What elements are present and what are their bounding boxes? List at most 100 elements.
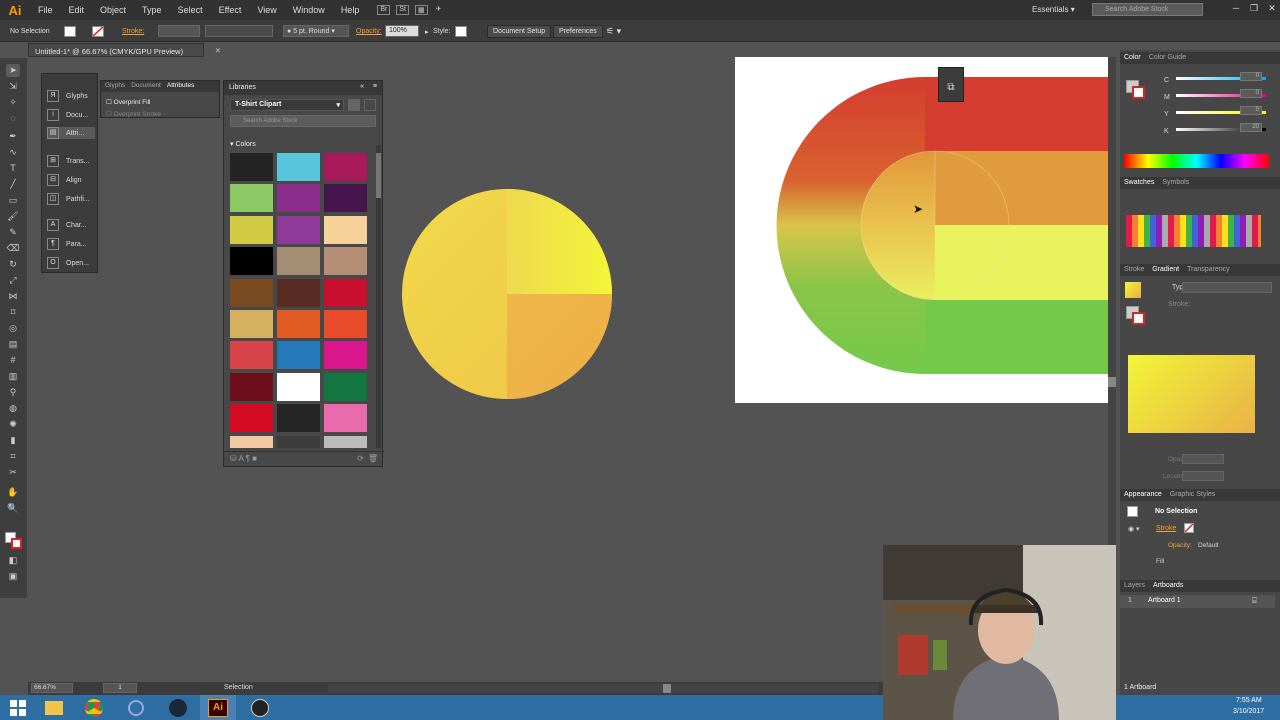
collapse-icon[interactable]: « [360,83,364,90]
tab-artboards[interactable]: Artboards [1153,582,1183,590]
scale-tool-icon[interactable]: ⤢ [6,274,20,287]
paintbrush-tool-icon[interactable]: 🖌 [6,210,20,223]
lasso-tool-icon[interactable]: ◌ [6,112,20,125]
blend-tool-icon[interactable]: ◍ [6,402,20,415]
library-color-swatch[interactable] [230,278,273,307]
windows-start-icon[interactable] [0,695,36,720]
add-color-icon[interactable]: ■ [252,454,257,463]
preferences-button[interactable]: Preferences [553,25,603,38]
tab-graphic-styles[interactable]: Graphic Styles [1170,491,1216,499]
zoom-field[interactable]: 66.67% [31,683,73,693]
panel-transform[interactable]: ⊞ Trans... [47,155,89,167]
variable-width-profile[interactable] [205,25,273,37]
panel-attributes[interactable]: ▤ Attri... [47,127,95,139]
stroke-label[interactable]: Stroke: [122,28,144,35]
gradient-preview[interactable] [1128,355,1255,433]
opacity-arrow-icon[interactable]: ▸ [425,28,429,36]
library-color-swatch[interactable] [277,278,320,307]
hand-tool-icon[interactable]: ✋ [6,486,20,499]
artboard-options-icon[interactable]: ⌸ [1252,596,1257,606]
library-color-swatch[interactable] [230,404,273,433]
slice-tool-icon[interactable]: ✂ [6,466,20,479]
artboard-row[interactable]: 1 Artboard 1 ⌸ [1120,595,1275,608]
rectangle-tool-icon[interactable]: ▭ [6,194,20,207]
tab-symbols[interactable]: Symbols [1162,179,1189,187]
stroke-swatch[interactable] [92,26,104,37]
panel-menu-icon[interactable]: ≡ [373,83,377,90]
color-mode-icon[interactable]: ◧ [6,554,20,567]
symbol-sprayer-tool-icon[interactable]: ✺ [6,418,20,431]
gradient-circle[interactable] [400,187,614,401]
selection-tool-icon[interactable]: ➤ [6,64,20,77]
menu-effect[interactable]: Effect [211,5,250,15]
current-tool-status[interactable]: Selection [224,684,253,691]
library-color-swatch[interactable] [277,341,320,370]
tab-transparency[interactable]: Transparency [1187,266,1230,274]
menu-help[interactable]: Help [333,5,368,15]
arrange-icon[interactable]: ▦ [414,5,428,15]
minimize-icon[interactable]: ─ [1230,3,1242,15]
library-color-swatch[interactable] [324,372,367,401]
line-tool-icon[interactable]: ╱ [6,178,20,191]
artboard-tool-icon[interactable]: ⌗ [6,450,20,463]
stop-location-field[interactable] [1182,471,1224,481]
color-spectrum[interactable] [1124,154,1269,168]
curvature-tool-icon[interactable]: ∿ [6,146,20,159]
library-color-swatch[interactable] [230,435,273,448]
align-options-icon[interactable]: ⚟ ▾ [606,26,621,37]
panel-paragraph[interactable]: ¶ Para... [47,238,87,250]
close-tab-icon[interactable]: ✕ [215,46,221,55]
appearance-opacity-label[interactable]: Opacity: [1168,542,1192,549]
document-setup-button[interactable]: Document Setup [487,25,552,38]
gradient-tool-icon[interactable]: ▥ [6,370,20,383]
menu-select[interactable]: Select [170,5,211,15]
menu-window[interactable]: Window [285,5,333,15]
library-scrollbar[interactable] [376,145,381,448]
fill-swatch[interactable] [64,26,76,37]
tab-color[interactable]: Color [1124,54,1141,62]
steam-icon[interactable] [160,695,196,720]
library-color-swatch[interactable] [230,341,273,370]
gradient-type-dropdown[interactable] [1182,282,1272,293]
gradient-stroke-icon[interactable] [1132,312,1145,325]
eraser-tool-icon[interactable]: ⌫ [6,242,20,255]
add-text-icon[interactable]: A [238,454,243,463]
library-color-swatch[interactable] [324,247,367,276]
library-color-swatch[interactable] [324,341,367,370]
tab-color-guide[interactable]: Color Guide [1149,54,1186,62]
menu-view[interactable]: View [249,5,284,15]
library-color-swatch[interactable] [230,372,273,401]
appearance-stroke-label[interactable]: Stroke [1156,525,1176,532]
library-color-swatch[interactable] [230,153,273,181]
gpu-icon[interactable]: ✈ [434,5,444,15]
tab-swatches[interactable]: Swatches [1124,179,1154,187]
maximize-icon[interactable]: ❐ [1248,3,1260,15]
appearance-fill-label[interactable]: Fill [1156,558,1164,565]
library-color-swatch[interactable] [277,247,320,276]
chrome-icon[interactable] [76,695,112,720]
panel-opentype[interactable]: O Open... [47,257,89,269]
pen-tool-icon[interactable]: ✒ [6,130,20,143]
panel-document-info[interactable]: i Docu... [47,109,88,121]
column-graph-tool-icon[interactable]: ▮ [6,434,20,447]
menu-file[interactable]: File [30,5,61,15]
brush-definition-dropdown[interactable]: ● 5 pt. Round ▾ [283,25,349,37]
library-color-swatch[interactable] [277,372,320,401]
file-explorer-icon[interactable] [36,695,72,720]
overprint-stroke-checkbox[interactable]: ☐ Overprint Stroke [106,110,161,118]
perspective-grid-tool-icon[interactable]: ▤ [6,338,20,351]
library-color-swatch[interactable] [230,247,273,276]
add-style-icon[interactable]: ¶ [246,454,250,463]
library-color-swatch[interactable] [230,184,273,213]
obs-icon[interactable] [242,695,278,720]
panel-glyphs[interactable]: Я Glyphs [47,90,88,102]
stock-search-input[interactable]: Search Adobe Stock [1092,3,1203,16]
yellow-value[interactable]: 0 [1240,106,1262,115]
library-color-swatch[interactable] [324,435,367,448]
overprint-fill-checkbox[interactable]: ☐ Overprint Fill [106,98,150,106]
cc-icon[interactable]: ⛁ [230,454,237,463]
library-color-swatch[interactable] [277,404,320,433]
tab-glyphs[interactable]: Glyphs [105,82,125,91]
delete-icon[interactable]: 🗑 [368,454,378,463]
stop-opacity-field[interactable] [1182,454,1224,464]
